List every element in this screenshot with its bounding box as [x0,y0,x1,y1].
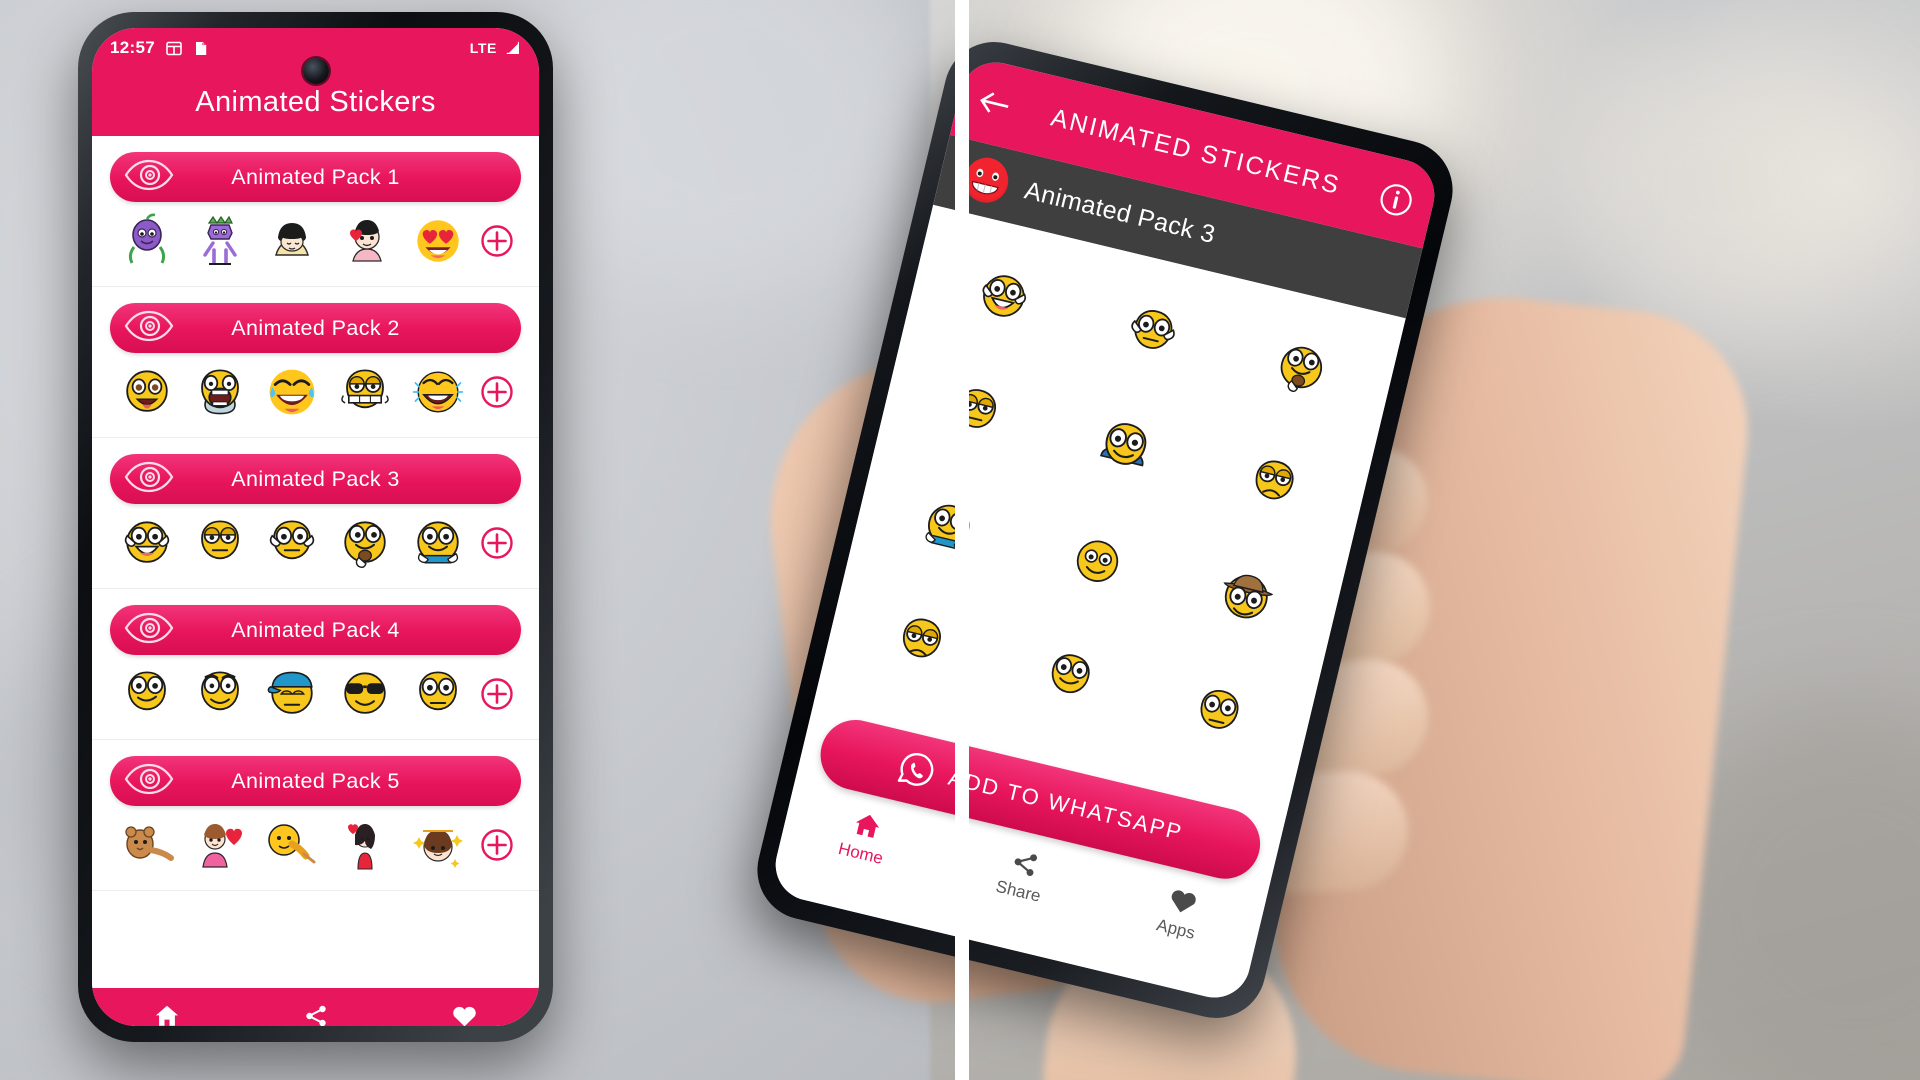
sticker-blank-stare-face[interactable] [1185,679,1251,746]
sticker-sleepy-face[interactable] [185,512,256,574]
sticker-sunglasses-face[interactable] [330,663,401,725]
pack-item[interactable]: Animated Pack 4 [92,589,539,740]
pack-item[interactable]: Animated Pack 2 [92,287,539,438]
eye-icon [124,159,174,190]
sticker-purple-dragon[interactable] [185,210,256,272]
sticker-typing-face[interactable] [915,494,982,560]
preview-eye-icon[interactable] [124,763,174,800]
pack-item[interactable]: Animated Pack 3 [92,438,539,589]
sticker-purple-monster[interactable] [112,210,183,272]
nav-item-apps[interactable]: Apps [390,988,539,1026]
sticker-girl-love-you[interactable] [402,814,473,876]
add-pack-button[interactable] [475,526,519,560]
eye-icon [124,612,174,643]
whatsapp-icon [897,752,934,786]
pack-item[interactable]: Animated Pack 1 [92,136,539,287]
plus-circle-icon[interactable] [480,375,514,409]
pack-sticker-row [110,504,521,578]
share-icon [305,1005,326,1026]
eye-icon [124,763,174,794]
pack-sticker-row [110,202,521,276]
add-pack-button[interactable] [475,677,519,711]
nav-label-apps: Apps [1154,915,1197,943]
sticker-sleepy-face[interactable] [944,378,1010,445]
sticker-hands-open-laugh[interactable] [971,264,1036,329]
nav-item-apps[interactable]: Apps [1095,870,1265,958]
sticker-eating-face[interactable] [330,512,401,574]
status-network-label: LTE [469,40,497,56]
sticker-blue-cap-face[interactable] [257,663,328,725]
share-icon [1014,854,1038,877]
sticker-typing-face[interactable] [402,512,473,574]
home-icon [155,1005,178,1026]
sticker-girl-dancing[interactable] [330,814,401,876]
heart-icon [1171,890,1196,913]
sticker-tongue-out-face[interactable] [112,361,183,423]
eye-icon [124,461,174,492]
sticker-eating-face[interactable] [1268,336,1333,401]
sticker-peeking-face[interactable] [257,512,328,574]
sticker-baby-with-heart[interactable] [330,210,401,272]
sticker-smiling-face[interactable] [1065,530,1130,595]
sticker-face-with-violin[interactable] [257,814,328,876]
pack-item[interactable]: Animated Pack 5 [92,740,539,891]
home-icon [855,814,880,838]
nav-label-share: Share [993,876,1043,906]
pack-header[interactable]: Animated Pack 5 [110,756,521,806]
pack-sticker-row [110,655,521,729]
pack-header[interactable]: Animated Pack 2 [110,303,521,353]
preview-eye-icon[interactable] [124,159,174,196]
pack-list[interactable]: Animated Pack 1 Animated Pack 2 Animated… [92,136,539,988]
plus-circle-icon[interactable] [480,677,514,711]
left-phone-device: 12:57 LTE Animated Stickers Animated Pac… [78,12,553,1042]
status-time: 12:57 [110,38,155,57]
plus-circle-icon[interactable] [480,828,514,862]
sticker-heart-eyes-face[interactable] [402,210,473,272]
sticker-laughing-tears-face[interactable] [257,361,328,423]
left-app-bar-title: Animated Stickers [195,85,436,118]
plus-circle-icon[interactable] [480,224,514,258]
add-pack-button[interactable] [475,224,519,258]
preview-eye-icon[interactable] [124,612,174,649]
pack-header[interactable]: Animated Pack 3 [110,454,521,504]
signal-icon [506,41,519,54]
sticker-girl-sleeping[interactable] [257,210,328,272]
sticker-screaming-face[interactable] [185,361,256,423]
calendar-icon [166,41,182,55]
background-bokeh-b [1560,40,1890,330]
panel-divider [955,0,969,1080]
sticker-hands-open-laugh[interactable] [112,512,183,574]
preview-eye-icon[interactable] [124,310,174,347]
sticker-sad-brow-face[interactable] [1240,449,1306,516]
sticker-girl-with-heart[interactable] [185,814,256,876]
left-phone-screen: 12:57 LTE Animated Stickers Animated Pac… [92,28,539,1026]
pack-header[interactable]: Animated Pack 1 [110,152,521,202]
sticker-peeking-face[interactable] [1120,300,1185,365]
sticker-blank-stare-face[interactable] [402,663,473,725]
sticker-worried-face[interactable] [185,663,256,725]
pack-header[interactable]: Animated Pack 4 [110,605,521,655]
sticker-smirk-face[interactable] [112,663,183,725]
pack-sticker-row [110,806,521,880]
plus-circle-icon[interactable] [480,526,514,560]
add-pack-button[interactable] [475,828,519,862]
add-pack-button[interactable] [475,375,519,409]
nav-item-home[interactable]: Home [92,988,241,1026]
sticker-grinning-teeth-face[interactable] [330,361,401,423]
nav-item-share[interactable]: Share [241,988,390,1026]
left-bottom-nav: Home Share Apps [92,988,539,1026]
sticker-blue-shirt-face[interactable] [1090,412,1160,482]
sticker-brown-bear[interactable] [112,814,183,876]
preview-eye-icon[interactable] [124,461,174,498]
sticker-hat-face[interactable] [1212,564,1280,632]
heart-icon [453,1006,476,1026]
eye-icon [124,310,174,341]
sticker-smirk-face[interactable] [1037,643,1103,710]
sticker-frown-face[interactable] [889,608,955,675]
pack-sticker-row [110,353,521,427]
sticker-crying-laughing-face[interactable] [402,361,473,423]
sdcard-icon [195,41,207,55]
nav-label-home: Home [836,838,886,868]
front-camera [302,58,329,84]
